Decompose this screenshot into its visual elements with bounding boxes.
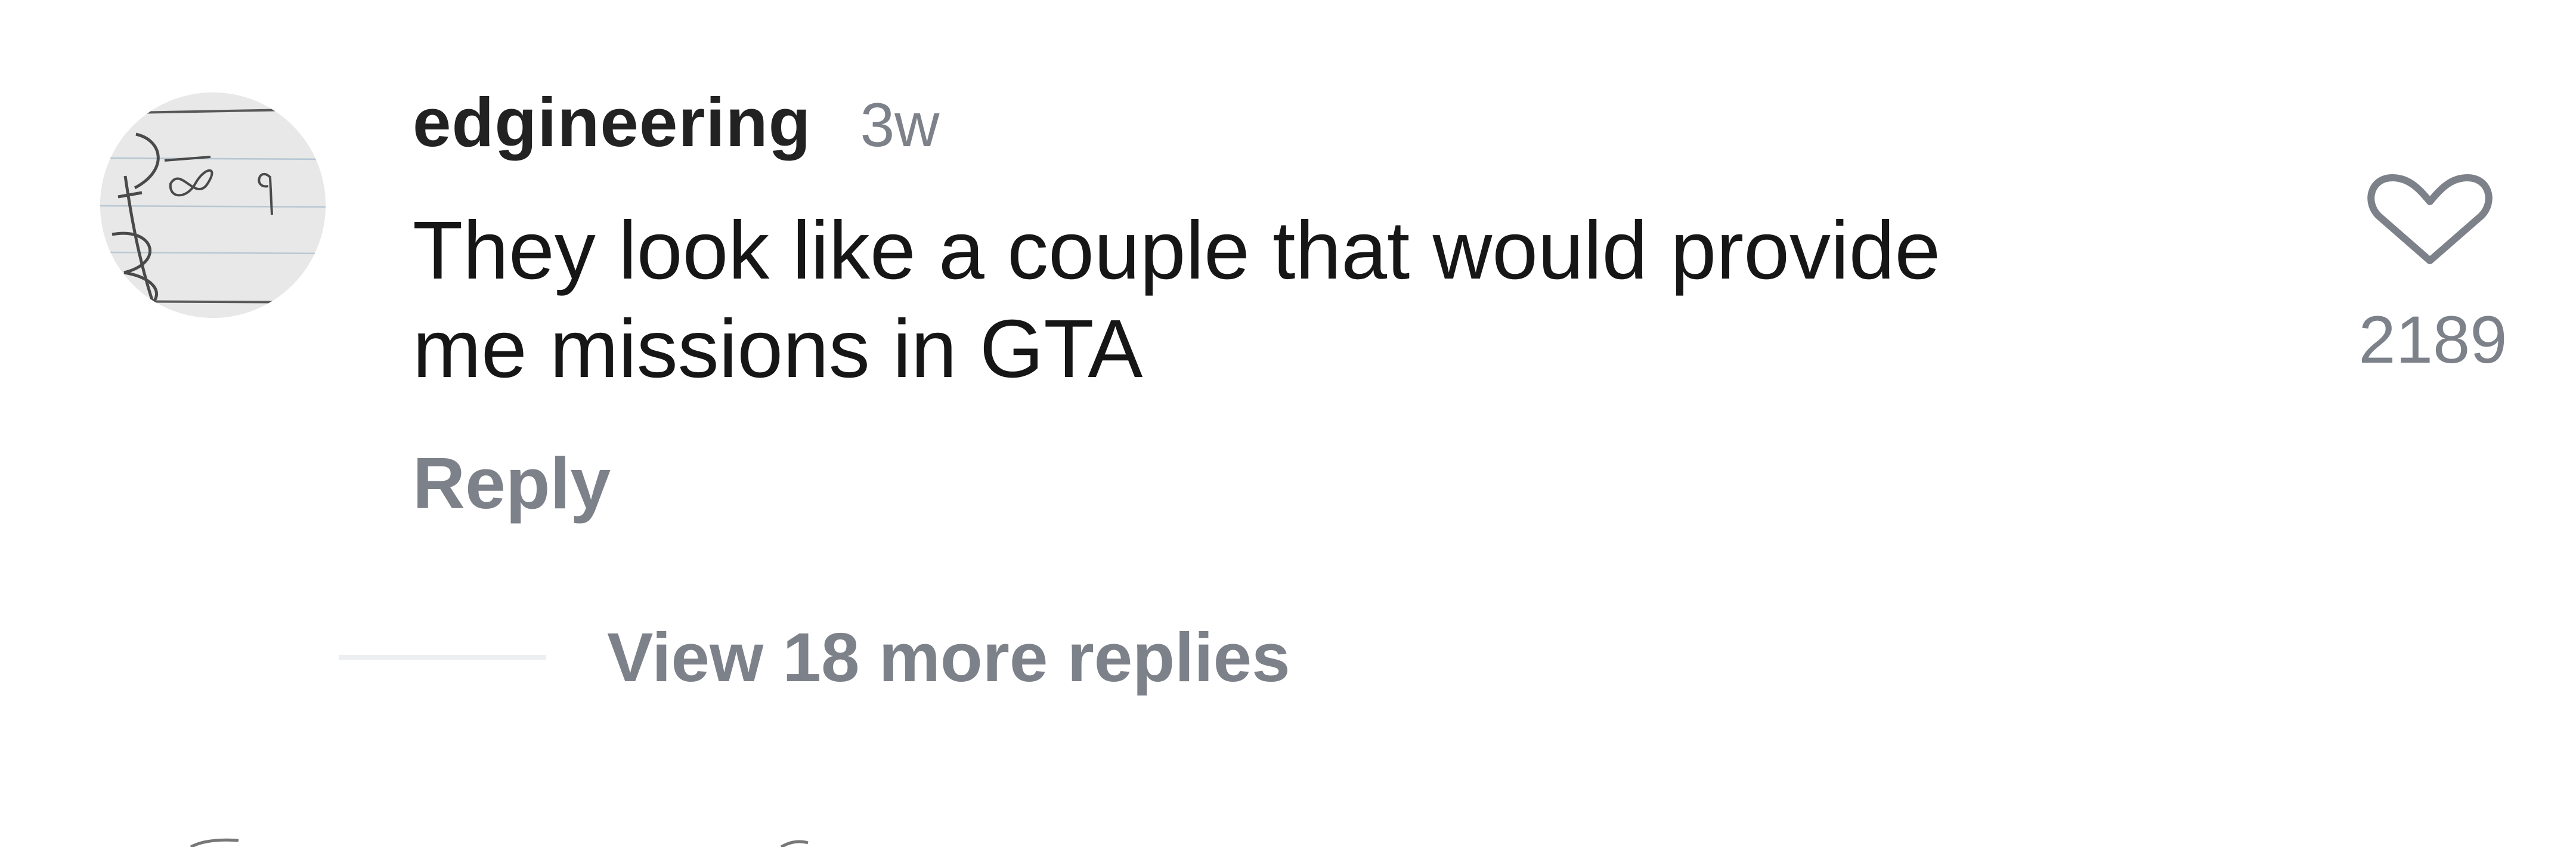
comment-header: edgineering 3w: [413, 82, 939, 172]
avatar-image: [100, 92, 326, 318]
avatar[interactable]: [100, 92, 326, 318]
username[interactable]: edgineering: [413, 82, 811, 162]
next-comment-edge: [190, 838, 809, 847]
next-comment-peek: [179, 837, 894, 847]
comment-timestamp: 3w: [860, 91, 940, 160]
reply-button[interactable]: Reply: [413, 441, 611, 525]
like-count: 2189: [2358, 302, 2507, 377]
comment-item: edgineering 3w They look like a couple t…: [0, 0, 2576, 847]
heart-outline-icon: [2367, 174, 2493, 264]
replies-divider: [339, 655, 546, 660]
comment-text: They look like a couple that would provi…: [413, 205, 1941, 395]
view-replies-button[interactable]: View 18 more replies: [607, 617, 1290, 697]
like-button[interactable]: [2355, 173, 2504, 274]
